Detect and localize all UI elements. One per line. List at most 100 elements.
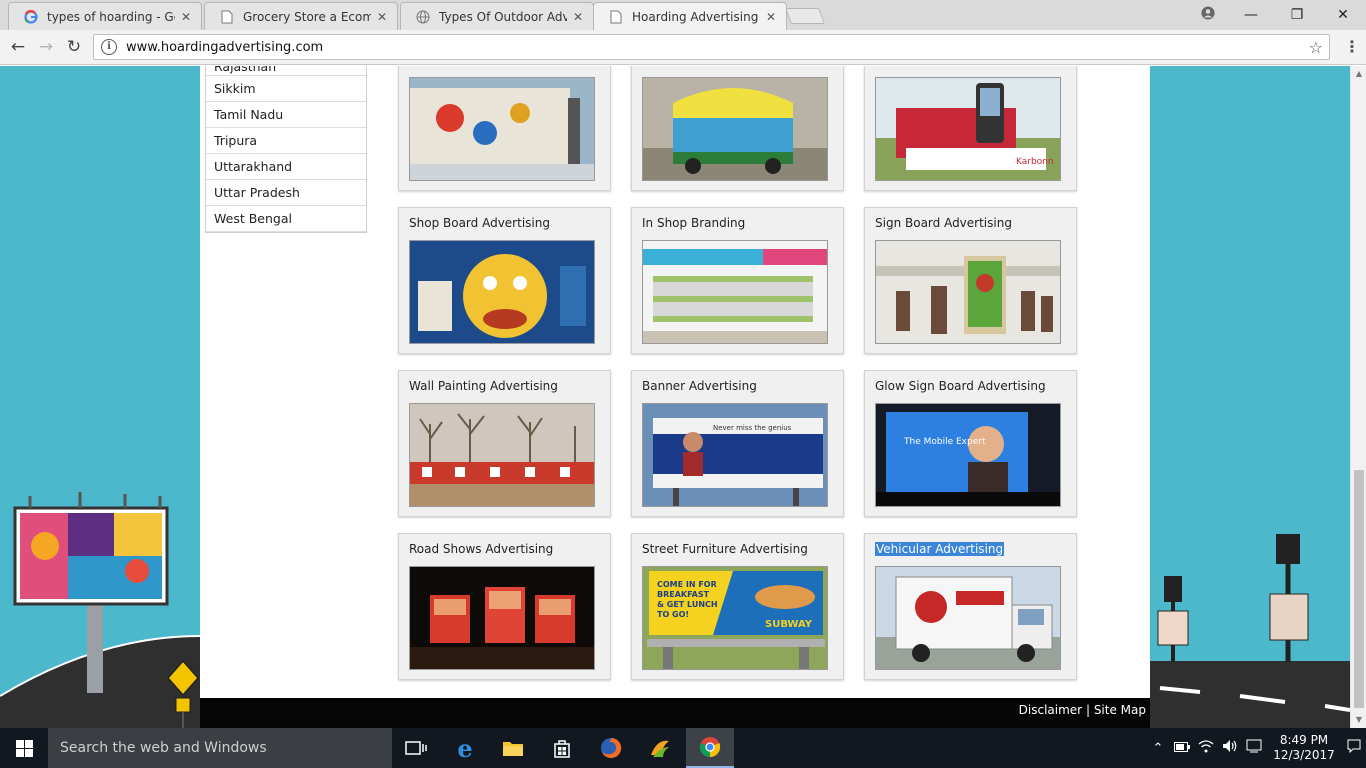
close-tab-icon[interactable]: ✕ <box>764 10 778 24</box>
card-caption[interactable]: Road Shows Advertising <box>409 542 553 556</box>
profile-icon[interactable] <box>1188 6 1228 24</box>
page-icon <box>608 9 624 25</box>
delivery-truck-photo[interactable] <box>875 566 1061 670</box>
subway-logo: SUBWAY <box>765 619 813 630</box>
road-show-trucks-photo[interactable] <box>409 566 595 670</box>
address-bar[interactable]: i www.hoardingadvertising.com ☆ <box>93 34 1330 60</box>
photo-app-icon[interactable] <box>636 728 684 768</box>
gallery-card-street-furniture[interactable]: Street Furniture Advertising COME IN FOR… <box>631 533 844 680</box>
scroll-up-icon[interactable]: ▲ <box>1351 66 1366 82</box>
sitemap-link[interactable]: Site Map <box>1094 703 1146 717</box>
card-caption[interactable]: Glow Sign Board Advertising <box>875 379 1046 393</box>
state-link-tripura[interactable]: Tripura <box>206 128 366 154</box>
info-icon[interactable]: i <box>101 39 117 55</box>
card-caption[interactable]: Wall Painting Advertising <box>409 379 558 393</box>
notifications-icon[interactable] <box>1342 739 1366 757</box>
firefox-icon[interactable] <box>587 728 635 768</box>
close-tab-icon[interactable]: ✕ <box>375 10 389 24</box>
language-icon[interactable] <box>1242 739 1266 757</box>
gallery-card-in-shop[interactable]: In Shop Branding <box>631 207 844 354</box>
page-footer: Disclaimer | Site Map <box>200 698 1150 728</box>
clock-time: 8:49 PM <box>1279 733 1329 747</box>
reload-icon[interactable]: ↻ <box>62 36 86 58</box>
painted-wall-photo[interactable] <box>409 403 595 507</box>
scroll-down-icon[interactable]: ▼ <box>1351 712 1366 728</box>
windows-start-icon[interactable] <box>0 728 48 768</box>
billboard-banner-photo[interactable]: Never miss the genius <box>642 403 828 507</box>
restore-icon[interactable]: ❐ <box>1274 7 1320 23</box>
card-caption[interactable]: Banner Advertising <box>642 379 757 393</box>
gallery-card-road-shows[interactable]: Road Shows Advertising <box>398 533 611 680</box>
forward-arrow-icon[interactable]: → <box>34 36 58 58</box>
more-menu-icon[interactable]: ⋮ <box>1344 36 1360 58</box>
browser-tab-google[interactable]: types of hoarding - Goog ✕ <box>8 2 202 30</box>
mall-sign-board-photo[interactable] <box>875 240 1061 344</box>
tab-title: Grocery Store a Ecommer <box>243 9 371 24</box>
gallery-card-wall-painting[interactable]: Wall Painting Advertising <box>398 370 611 517</box>
taskbar-search-input[interactable]: Search the web and Windows <box>48 728 392 768</box>
wifi-icon[interactable] <box>1194 739 1218 757</box>
browser-tab-hoarding[interactable]: Hoarding Advertising In ✕ <box>593 2 787 31</box>
billboard-illustration <box>0 492 200 728</box>
gallery-card-shop-board[interactable]: Shop Board Advertising <box>398 207 611 354</box>
state-link-rajasthan[interactable]: Rajasthan <box>206 66 366 76</box>
windows-taskbar: Search the web and Windows e ⌃ 8:49 PM 1… <box>0 728 1366 768</box>
new-tab-button[interactable] <box>785 8 825 24</box>
state-link-uttarakhand[interactable]: Uttarakhand <box>206 154 366 180</box>
mobile-van-ad-image[interactable]: Karbonn <box>875 77 1061 181</box>
chrome-icon[interactable] <box>686 728 734 768</box>
gallery-card-vehicular[interactable]: Vehicular Advertising <box>864 533 1077 680</box>
disclaimer-link[interactable]: Disclaimer <box>1019 703 1082 717</box>
browser-tab-outdoor[interactable]: Types Of Outdoor Advert ✕ <box>400 2 594 30</box>
task-view-icon[interactable] <box>392 728 440 768</box>
gallery-card[interactable] <box>398 66 611 191</box>
clock[interactable]: 8:49 PM 12/3/2017 <box>1266 733 1342 763</box>
browser-toolbar: ← → ↻ i www.hoardingadvertising.com ☆ ⋮ <box>0 30 1366 65</box>
state-link-tamil-nadu[interactable]: Tamil Nadu <box>206 102 366 128</box>
bookmark-star-icon[interactable]: ☆ <box>1309 38 1323 57</box>
card-caption-selected[interactable]: Vehicular Advertising <box>875 542 1005 556</box>
card-caption[interactable]: Shop Board Advertising <box>409 216 550 230</box>
state-link-west-bengal[interactable]: West Bengal <box>206 206 366 232</box>
bench-ad-photo[interactable]: COME IN FOR BREAKFAST & GET LUNCH TO GO! SUB… <box>642 566 828 670</box>
store-icon[interactable] <box>538 728 586 768</box>
browser-tab-grocery[interactable]: Grocery Store a Ecommer ✕ <box>204 2 398 30</box>
minimize-icon[interactable]: — <box>1228 7 1274 23</box>
battery-icon[interactable] <box>1170 741 1194 756</box>
glow-sign-photo[interactable]: The Mobile Expert <box>875 403 1061 507</box>
glow-sign-text: The Mobile Expert <box>903 437 986 447</box>
vertical-scrollbar[interactable]: ▲ ▼ <box>1350 66 1366 728</box>
close-tab-icon[interactable]: ✕ <box>571 10 585 24</box>
metro-station-wall-ad-image[interactable] <box>409 77 595 181</box>
card-caption[interactable]: Street Furniture Advertising <box>642 542 808 556</box>
url-text[interactable]: www.hoardingadvertising.com <box>126 40 1309 55</box>
subway-line-2: BREAKFAST <box>657 590 710 599</box>
system-tray: ⌃ 8:49 PM 12/3/2017 <box>1146 728 1366 768</box>
card-caption[interactable]: Sign Board Advertising <box>875 216 1012 230</box>
auto-rickshaw-ad-image[interactable] <box>642 77 828 181</box>
gallery-card-glow-sign[interactable]: Glow Sign Board Advertising The Mobile E… <box>864 370 1077 517</box>
gallery-card-banner[interactable]: Banner Advertising Never miss the genius <box>631 370 844 517</box>
gallery-card[interactable]: Karbonn <box>864 66 1077 191</box>
page-icon <box>219 9 235 25</box>
state-link-sikkim[interactable]: Sikkim <box>206 76 366 102</box>
chevron-up-icon[interactable]: ⌃ <box>1146 741 1170 756</box>
window-controls: — ❐ ✕ <box>1188 0 1366 30</box>
close-window-icon[interactable]: ✕ <box>1320 7 1366 23</box>
card-caption[interactable]: In Shop Branding <box>642 216 745 230</box>
file-explorer-icon[interactable] <box>489 728 537 768</box>
edge-browser-icon[interactable]: e <box>441 728 489 768</box>
gallery-card-sign-board[interactable]: Sign Board Advertising <box>864 207 1077 354</box>
back-arrow-icon[interactable]: ← <box>6 36 30 58</box>
shop-board-photo[interactable] <box>409 240 595 344</box>
close-tab-icon[interactable]: ✕ <box>179 10 193 24</box>
globe-icon <box>415 9 431 25</box>
volume-icon[interactable] <box>1218 739 1242 757</box>
footer-separator: | <box>1085 703 1090 717</box>
tab-title: Types Of Outdoor Advert <box>439 9 567 24</box>
gallery-card[interactable] <box>631 66 844 191</box>
scrollbar-thumb[interactable] <box>1354 470 1364 708</box>
state-link-uttar-pradesh[interactable]: Uttar Pradesh <box>206 180 366 206</box>
store-shelves-photo[interactable] <box>642 240 828 344</box>
page-viewport: Rajasthan Sikkim Tamil Nadu Tripura Utta… <box>0 66 1350 728</box>
